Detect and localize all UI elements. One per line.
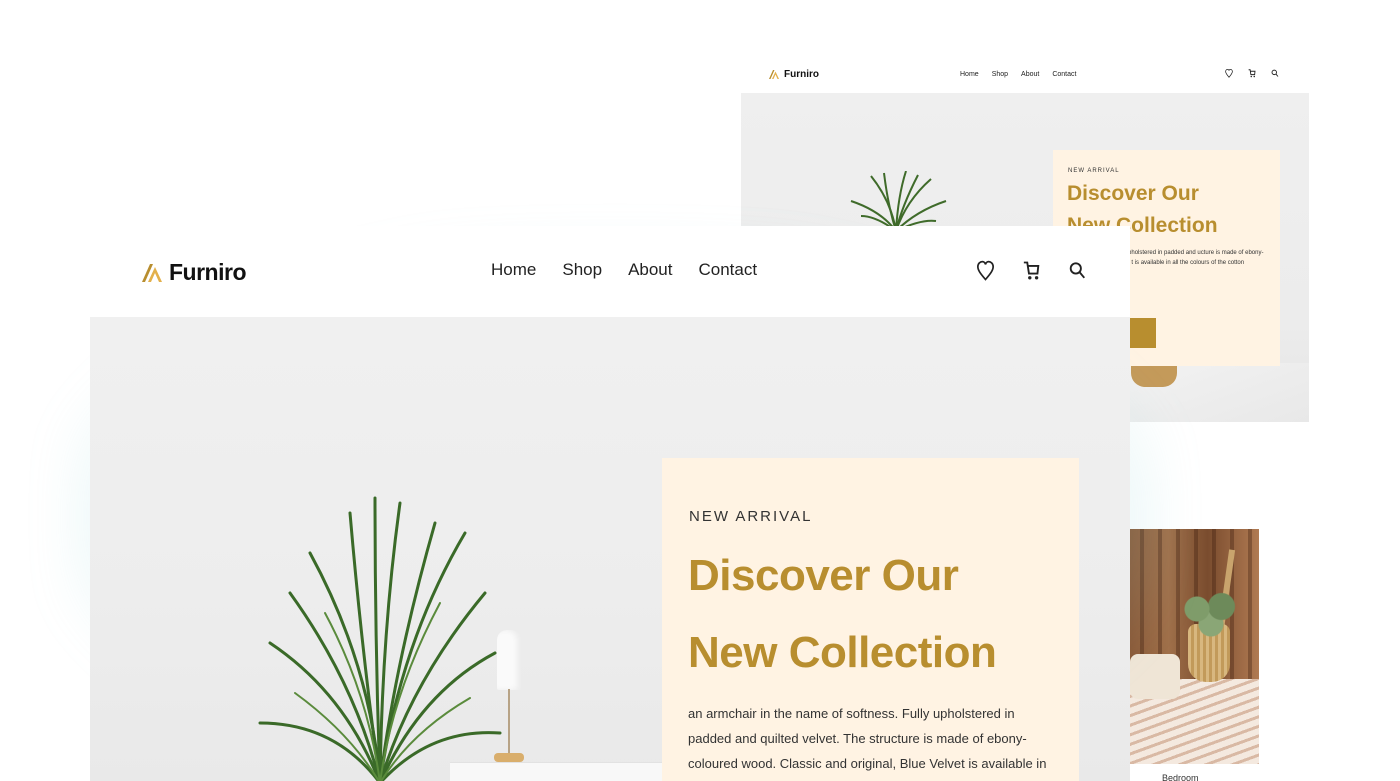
site-logo-text: Furniro xyxy=(169,259,247,285)
main-nav: Home Shop About Contact xyxy=(491,260,757,280)
logo-icon xyxy=(142,263,162,282)
nav-home[interactable]: Home xyxy=(491,260,536,280)
preview-logo[interactable]: Furniro xyxy=(769,69,819,80)
logo-icon xyxy=(769,70,779,79)
nav-about[interactable]: About xyxy=(628,260,672,280)
preview-icon-bar xyxy=(1225,69,1279,78)
site-header: Furniro Home Shop About Contact xyxy=(90,226,1130,317)
preview-nav-home[interactable]: Home xyxy=(960,71,979,78)
table-lamp-shade xyxy=(497,630,521,690)
preview-hero-tag: NEW ARRIVAL xyxy=(1068,168,1120,174)
hero-title-line-2: New Collection xyxy=(688,628,997,677)
preview-hero-title-1: Discover Our xyxy=(1067,182,1199,205)
cart-icon[interactable] xyxy=(1248,69,1256,78)
search-icon xyxy=(1069,262,1085,279)
heart-icon[interactable] xyxy=(1225,69,1233,78)
cart-button[interactable] xyxy=(1021,259,1041,283)
table-lamp-stem xyxy=(508,689,510,755)
preview-nav-shop[interactable]: Shop xyxy=(992,71,1008,78)
site-logo[interactable]: Furniro xyxy=(142,259,247,286)
hero-tag: NEW ARRIVAL xyxy=(689,508,813,525)
planter-leaves xyxy=(1176,589,1246,639)
preview-header: Furniro Home Shop About Contact xyxy=(741,58,1309,93)
hero-title-line-1: Discover Our xyxy=(688,551,959,600)
preview-plant-image xyxy=(850,171,947,231)
hero-card: NEW ARRIVAL Discover Our New Collection … xyxy=(662,458,1079,781)
table-lamp-base xyxy=(494,753,524,762)
header-icon-bar xyxy=(975,259,1087,283)
plant-image xyxy=(258,496,502,781)
preview-nav: Home Shop About Contact xyxy=(960,71,1076,78)
cart-icon xyxy=(1023,261,1039,280)
main-window: Furniro Home Shop About Contact NEW ARRI… xyxy=(90,226,1130,781)
nav-shop[interactable]: Shop xyxy=(562,260,602,280)
heart-icon xyxy=(976,260,994,281)
preview-logo-text: Furniro xyxy=(784,69,819,80)
search-icon[interactable] xyxy=(1271,69,1279,78)
wishlist-button[interactable] xyxy=(975,259,995,283)
nav-contact[interactable]: Contact xyxy=(699,260,758,280)
white-cabinet xyxy=(450,762,670,781)
hero-description: an armchair in the name of softness. Ful… xyxy=(688,706,1047,771)
preview-nav-about[interactable]: About xyxy=(1021,71,1039,78)
search-button[interactable] xyxy=(1067,259,1087,283)
preview-nav-contact[interactable]: Contact xyxy=(1052,71,1076,78)
